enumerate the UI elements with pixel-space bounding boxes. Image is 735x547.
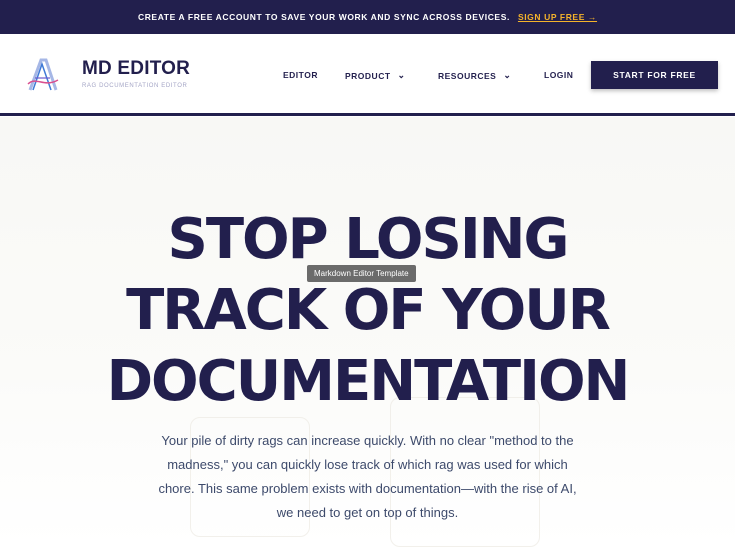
brand-tagline: RAG DOCUMENTATION EDITOR bbox=[82, 83, 188, 89]
chevron-down-icon: ⌄ bbox=[397, 70, 406, 80]
brand-name[interactable]: MD EDITOR bbox=[82, 58, 190, 80]
hero-description: Your pile of dirty rags can increase qui… bbox=[158, 433, 577, 520]
start-for-free-button[interactable]: START FOR FREE bbox=[591, 61, 718, 89]
tooltip: Markdown Editor Template bbox=[307, 265, 416, 282]
nav-login[interactable]: LOGIN bbox=[544, 70, 573, 80]
hero-headline-line-2: TRACK OF YOUR bbox=[126, 278, 611, 343]
nav-product[interactable]: PRODUCT ⌄ bbox=[345, 70, 406, 81]
nav-resources-label: RESOURCES bbox=[438, 70, 497, 81]
nav-product-label: PRODUCT bbox=[345, 70, 391, 81]
nav-editor-label: EDITOR bbox=[283, 70, 318, 80]
hero-headline-line-1: STOP LOSING bbox=[167, 207, 570, 272]
nav-login-label: LOGIN bbox=[544, 70, 574, 80]
promo-message: CREATE A FREE ACCOUNT TO SAVE YOUR WORK … bbox=[137, 12, 510, 22]
nav-resources[interactable]: RESOURCES ⌄ bbox=[438, 70, 511, 81]
hero-headline-line-3: DOCUMENTATION bbox=[106, 349, 631, 414]
nav-editor[interactable]: EDITOR bbox=[283, 70, 318, 80]
sign-up-link[interactable]: SIGN UP FREE → bbox=[518, 12, 597, 22]
promo-bar: CREATE A FREE ACCOUNT TO SAVE YOUR WORK … bbox=[0, 0, 735, 34]
chevron-down-icon: ⌄ bbox=[503, 70, 512, 80]
logo-icon[interactable] bbox=[26, 56, 60, 94]
site-header: MD EDITOR RAG DOCUMENTATION EDITOR EDITO… bbox=[0, 34, 735, 116]
